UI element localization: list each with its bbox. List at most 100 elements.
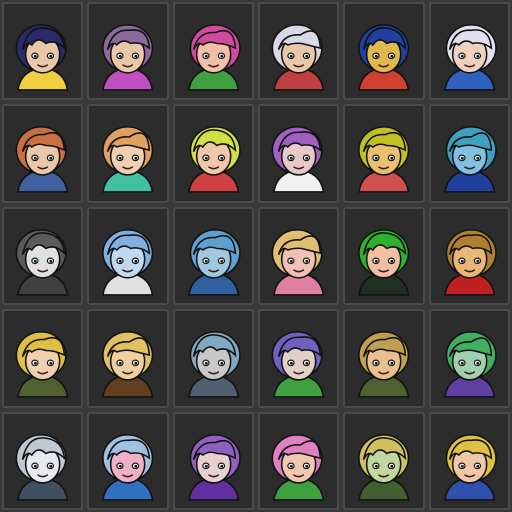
portrait-pupil xyxy=(134,362,138,365)
portrait-tile[interactable] xyxy=(2,2,84,101)
portrait-pupil xyxy=(476,259,479,263)
portrait-pupil xyxy=(289,54,293,58)
portrait-face-icon xyxy=(15,228,69,296)
portrait-face-icon xyxy=(102,126,154,194)
portrait-face-icon xyxy=(187,126,241,194)
portrait-pupil xyxy=(204,464,208,468)
portrait-pupil xyxy=(119,464,123,468)
portrait-face-icon xyxy=(443,331,497,398)
portrait-tile[interactable] xyxy=(428,104,510,203)
portrait-pupil xyxy=(305,464,309,468)
portrait-face-icon xyxy=(187,331,241,398)
portrait-face-icon xyxy=(358,126,410,194)
portrait-pupil xyxy=(390,54,394,58)
portrait-tile[interactable] xyxy=(172,104,254,203)
portrait-tile[interactable] xyxy=(87,206,169,306)
portrait-tile[interactable] xyxy=(343,411,425,510)
portrait-pupil xyxy=(204,54,208,58)
portrait-tile[interactable] xyxy=(172,206,254,306)
portrait-tile[interactable] xyxy=(258,206,340,306)
portrait-pupil xyxy=(289,362,293,365)
portrait-tile[interactable] xyxy=(343,309,425,408)
portrait-pupil xyxy=(49,464,53,468)
portrait-pupil xyxy=(204,259,208,263)
portrait-face-icon xyxy=(102,331,154,398)
portrait-pupil xyxy=(476,362,479,365)
portrait-pupil xyxy=(375,54,379,58)
portrait-face-icon xyxy=(15,126,69,194)
portrait-tile[interactable] xyxy=(428,411,510,510)
portrait-pupil xyxy=(134,464,138,468)
portrait-face-icon xyxy=(187,24,241,91)
portrait-pupil xyxy=(460,54,464,58)
portrait-pupil xyxy=(119,54,123,58)
portrait-pupil xyxy=(460,464,464,468)
portrait-face-icon xyxy=(271,331,325,398)
portrait-pupil xyxy=(476,157,479,161)
portrait-pupil xyxy=(220,259,223,263)
portrait-pupil xyxy=(33,464,37,468)
portrait-pupil xyxy=(460,157,464,161)
portrait-pupil xyxy=(49,362,53,365)
portrait-tile[interactable] xyxy=(258,2,340,101)
portrait-pupil xyxy=(119,362,123,365)
portrait-face-icon xyxy=(187,228,241,296)
portrait-pupil xyxy=(49,259,53,263)
portrait-tile[interactable] xyxy=(343,2,425,101)
portrait-tile[interactable] xyxy=(87,104,169,203)
portrait-pupil xyxy=(49,54,53,58)
portrait-tile[interactable] xyxy=(2,309,84,408)
portrait-face-icon xyxy=(443,433,497,501)
portrait-face-icon xyxy=(271,228,325,296)
portrait-pupil xyxy=(305,54,309,58)
portrait-tile[interactable] xyxy=(87,309,169,408)
portrait-pupil xyxy=(390,259,394,263)
portrait-tile[interactable] xyxy=(258,309,340,408)
portrait-face-icon xyxy=(443,126,497,194)
portrait-pupil xyxy=(134,54,138,58)
portrait-face-icon xyxy=(15,331,69,398)
portrait-face-icon xyxy=(102,24,154,91)
portrait-pupil xyxy=(220,464,223,468)
portrait-pupil xyxy=(289,259,293,263)
portrait-face-icon xyxy=(443,24,497,91)
portrait-face-icon xyxy=(187,433,241,501)
portrait-pupil xyxy=(289,157,293,161)
portrait-tile[interactable] xyxy=(172,309,254,408)
portrait-tile[interactable] xyxy=(172,2,254,101)
portrait-tile[interactable] xyxy=(2,206,84,306)
portrait-face-icon xyxy=(358,24,410,91)
portrait-pupil xyxy=(460,259,464,263)
portrait-tile[interactable] xyxy=(172,411,254,510)
portrait-tile[interactable] xyxy=(428,309,510,408)
portrait-board xyxy=(0,0,512,512)
portrait-pupil xyxy=(33,157,37,161)
portrait-tile[interactable] xyxy=(258,104,340,203)
portrait-pupil xyxy=(375,362,379,365)
portrait-pupil xyxy=(220,157,223,161)
portrait-pupil xyxy=(390,362,394,365)
portrait-grid xyxy=(0,0,512,512)
portrait-pupil xyxy=(134,259,138,263)
portrait-tile[interactable] xyxy=(428,2,510,101)
portrait-pupil xyxy=(204,157,208,161)
portrait-tile[interactable] xyxy=(343,206,425,306)
portrait-tile[interactable] xyxy=(2,411,84,510)
portrait-tile[interactable] xyxy=(343,104,425,203)
portrait-pupil xyxy=(134,157,138,161)
portrait-face-icon xyxy=(358,331,410,398)
portrait-tile[interactable] xyxy=(87,411,169,510)
portrait-tile[interactable] xyxy=(2,104,84,203)
portrait-pupil xyxy=(476,54,479,58)
portrait-face-icon xyxy=(443,228,497,296)
portrait-pupil xyxy=(476,464,479,468)
portrait-tile[interactable] xyxy=(87,2,169,101)
portrait-face-icon xyxy=(358,433,410,501)
portrait-pupil xyxy=(375,464,379,468)
portrait-pupil xyxy=(375,157,379,161)
portrait-pupil xyxy=(390,464,394,468)
portrait-face-icon xyxy=(102,228,154,296)
portrait-face-icon xyxy=(102,433,154,501)
portrait-tile[interactable] xyxy=(428,206,510,306)
portrait-tile[interactable] xyxy=(258,411,340,510)
